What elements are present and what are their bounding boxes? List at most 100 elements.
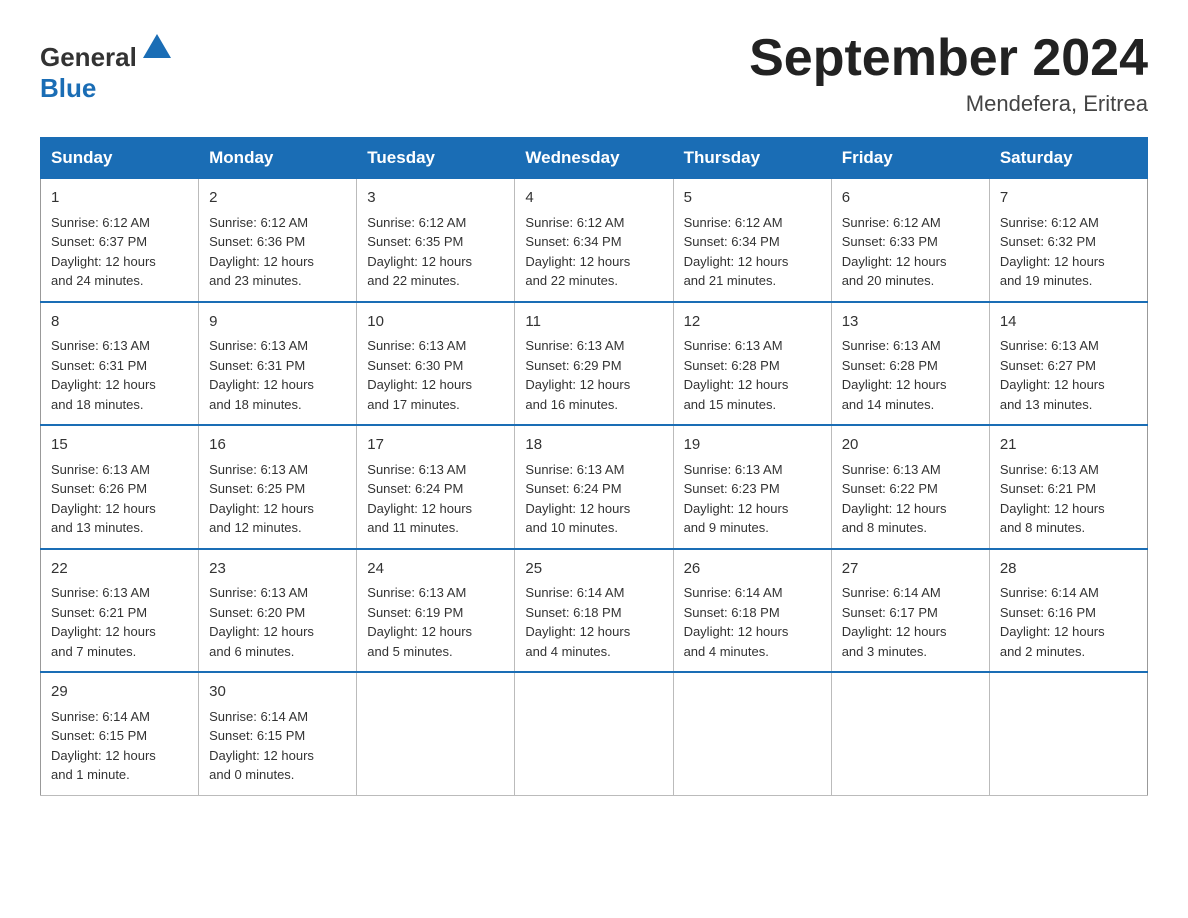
day-number: 28: [1000, 558, 1137, 581]
day-info: Sunrise: 6:12 AMSunset: 6:33 PMDaylight:…: [842, 215, 947, 289]
col-tuesday: Tuesday: [357, 138, 515, 179]
day-info: Sunrise: 6:13 AMSunset: 6:24 PMDaylight:…: [525, 462, 630, 536]
calendar-cell: 13 Sunrise: 6:13 AMSunset: 6:28 PMDaylig…: [831, 302, 989, 426]
day-info: Sunrise: 6:13 AMSunset: 6:31 PMDaylight:…: [209, 338, 314, 412]
day-info: Sunrise: 6:13 AMSunset: 6:24 PMDaylight:…: [367, 462, 472, 536]
day-number: 25: [525, 558, 662, 581]
calendar-cell: 10 Sunrise: 6:13 AMSunset: 6:30 PMDaylig…: [357, 302, 515, 426]
calendar-cell: 4 Sunrise: 6:12 AMSunset: 6:34 PMDayligh…: [515, 179, 673, 302]
calendar-cell: [989, 672, 1147, 795]
day-info: Sunrise: 6:13 AMSunset: 6:19 PMDaylight:…: [367, 585, 472, 659]
day-number: 12: [684, 311, 821, 334]
day-number: 13: [842, 311, 979, 334]
logo-blue: Blue: [40, 73, 96, 103]
day-info: Sunrise: 6:13 AMSunset: 6:27 PMDaylight:…: [1000, 338, 1105, 412]
calendar-cell: 6 Sunrise: 6:12 AMSunset: 6:33 PMDayligh…: [831, 179, 989, 302]
calendar-cell: [515, 672, 673, 795]
day-number: 8: [51, 311, 188, 334]
day-number: 16: [209, 434, 346, 457]
calendar-cell: 9 Sunrise: 6:13 AMSunset: 6:31 PMDayligh…: [199, 302, 357, 426]
calendar-cell: 25 Sunrise: 6:14 AMSunset: 6:18 PMDaylig…: [515, 549, 673, 673]
day-number: 6: [842, 187, 979, 210]
calendar-cell: [673, 672, 831, 795]
day-number: 30: [209, 681, 346, 704]
calendar-cell: 8 Sunrise: 6:13 AMSunset: 6:31 PMDayligh…: [41, 302, 199, 426]
day-info: Sunrise: 6:12 AMSunset: 6:34 PMDaylight:…: [525, 215, 630, 289]
title-block: September 2024 Mendefera, Eritrea: [749, 30, 1148, 117]
day-number: 14: [1000, 311, 1137, 334]
logo-icon: [139, 30, 175, 66]
day-number: 26: [684, 558, 821, 581]
day-info: Sunrise: 6:13 AMSunset: 6:21 PMDaylight:…: [51, 585, 156, 659]
day-number: 5: [684, 187, 821, 210]
calendar-cell: 15 Sunrise: 6:13 AMSunset: 6:26 PMDaylig…: [41, 425, 199, 549]
day-info: Sunrise: 6:13 AMSunset: 6:29 PMDaylight:…: [525, 338, 630, 412]
calendar-cell: 18 Sunrise: 6:13 AMSunset: 6:24 PMDaylig…: [515, 425, 673, 549]
calendar-cell: 29 Sunrise: 6:14 AMSunset: 6:15 PMDaylig…: [41, 672, 199, 795]
calendar-cell: 3 Sunrise: 6:12 AMSunset: 6:35 PMDayligh…: [357, 179, 515, 302]
calendar-cell: 26 Sunrise: 6:14 AMSunset: 6:18 PMDaylig…: [673, 549, 831, 673]
col-thursday: Thursday: [673, 138, 831, 179]
day-info: Sunrise: 6:12 AMSunset: 6:34 PMDaylight:…: [684, 215, 789, 289]
day-info: Sunrise: 6:13 AMSunset: 6:22 PMDaylight:…: [842, 462, 947, 536]
calendar-cell: 14 Sunrise: 6:13 AMSunset: 6:27 PMDaylig…: [989, 302, 1147, 426]
day-number: 23: [209, 558, 346, 581]
calendar-table: Sunday Monday Tuesday Wednesday Thursday…: [40, 137, 1148, 796]
logo: General Blue: [40, 30, 177, 104]
day-number: 21: [1000, 434, 1137, 457]
calendar-cell: 30 Sunrise: 6:14 AMSunset: 6:15 PMDaylig…: [199, 672, 357, 795]
col-friday: Friday: [831, 138, 989, 179]
calendar-cell: 24 Sunrise: 6:13 AMSunset: 6:19 PMDaylig…: [357, 549, 515, 673]
calendar-cell: 2 Sunrise: 6:12 AMSunset: 6:36 PMDayligh…: [199, 179, 357, 302]
day-number: 17: [367, 434, 504, 457]
day-number: 1: [51, 187, 188, 210]
calendar-cell: 23 Sunrise: 6:13 AMSunset: 6:20 PMDaylig…: [199, 549, 357, 673]
calendar-cell: 28 Sunrise: 6:14 AMSunset: 6:16 PMDaylig…: [989, 549, 1147, 673]
calendar-cell: 5 Sunrise: 6:12 AMSunset: 6:34 PMDayligh…: [673, 179, 831, 302]
calendar-cell: [357, 672, 515, 795]
day-number: 29: [51, 681, 188, 704]
day-info: Sunrise: 6:14 AMSunset: 6:17 PMDaylight:…: [842, 585, 947, 659]
calendar-cell: 21 Sunrise: 6:13 AMSunset: 6:21 PMDaylig…: [989, 425, 1147, 549]
day-info: Sunrise: 6:12 AMSunset: 6:32 PMDaylight:…: [1000, 215, 1105, 289]
calendar-cell: 16 Sunrise: 6:13 AMSunset: 6:25 PMDaylig…: [199, 425, 357, 549]
day-number: 3: [367, 187, 504, 210]
day-info: Sunrise: 6:14 AMSunset: 6:18 PMDaylight:…: [684, 585, 789, 659]
col-saturday: Saturday: [989, 138, 1147, 179]
calendar-header-row: Sunday Monday Tuesday Wednesday Thursday…: [41, 138, 1148, 179]
col-sunday: Sunday: [41, 138, 199, 179]
calendar-cell: 7 Sunrise: 6:12 AMSunset: 6:32 PMDayligh…: [989, 179, 1147, 302]
day-info: Sunrise: 6:13 AMSunset: 6:28 PMDaylight:…: [684, 338, 789, 412]
calendar-cell: 1 Sunrise: 6:12 AMSunset: 6:37 PMDayligh…: [41, 179, 199, 302]
day-info: Sunrise: 6:13 AMSunset: 6:20 PMDaylight:…: [209, 585, 314, 659]
page-header: General Blue September 2024 Mendefera, E…: [40, 30, 1148, 117]
col-wednesday: Wednesday: [515, 138, 673, 179]
day-info: Sunrise: 6:14 AMSunset: 6:15 PMDaylight:…: [51, 709, 156, 783]
day-info: Sunrise: 6:14 AMSunset: 6:16 PMDaylight:…: [1000, 585, 1105, 659]
day-number: 20: [842, 434, 979, 457]
day-number: 7: [1000, 187, 1137, 210]
calendar-cell: 22 Sunrise: 6:13 AMSunset: 6:21 PMDaylig…: [41, 549, 199, 673]
logo-text: General Blue: [40, 30, 177, 104]
location: Mendefera, Eritrea: [749, 91, 1148, 117]
day-info: Sunrise: 6:13 AMSunset: 6:23 PMDaylight:…: [684, 462, 789, 536]
day-info: Sunrise: 6:13 AMSunset: 6:26 PMDaylight:…: [51, 462, 156, 536]
day-number: 11: [525, 311, 662, 334]
day-info: Sunrise: 6:13 AMSunset: 6:30 PMDaylight:…: [367, 338, 472, 412]
day-info: Sunrise: 6:12 AMSunset: 6:36 PMDaylight:…: [209, 215, 314, 289]
day-info: Sunrise: 6:12 AMSunset: 6:37 PMDaylight:…: [51, 215, 156, 289]
day-number: 19: [684, 434, 821, 457]
day-number: 4: [525, 187, 662, 210]
day-number: 10: [367, 311, 504, 334]
calendar-cell: 11 Sunrise: 6:13 AMSunset: 6:29 PMDaylig…: [515, 302, 673, 426]
day-info: Sunrise: 6:14 AMSunset: 6:18 PMDaylight:…: [525, 585, 630, 659]
day-info: Sunrise: 6:13 AMSunset: 6:31 PMDaylight:…: [51, 338, 156, 412]
day-info: Sunrise: 6:14 AMSunset: 6:15 PMDaylight:…: [209, 709, 314, 783]
calendar-cell: 27 Sunrise: 6:14 AMSunset: 6:17 PMDaylig…: [831, 549, 989, 673]
day-info: Sunrise: 6:13 AMSunset: 6:25 PMDaylight:…: [209, 462, 314, 536]
calendar-cell: 17 Sunrise: 6:13 AMSunset: 6:24 PMDaylig…: [357, 425, 515, 549]
day-info: Sunrise: 6:13 AMSunset: 6:21 PMDaylight:…: [1000, 462, 1105, 536]
day-number: 22: [51, 558, 188, 581]
calendar-cell: [831, 672, 989, 795]
day-number: 27: [842, 558, 979, 581]
